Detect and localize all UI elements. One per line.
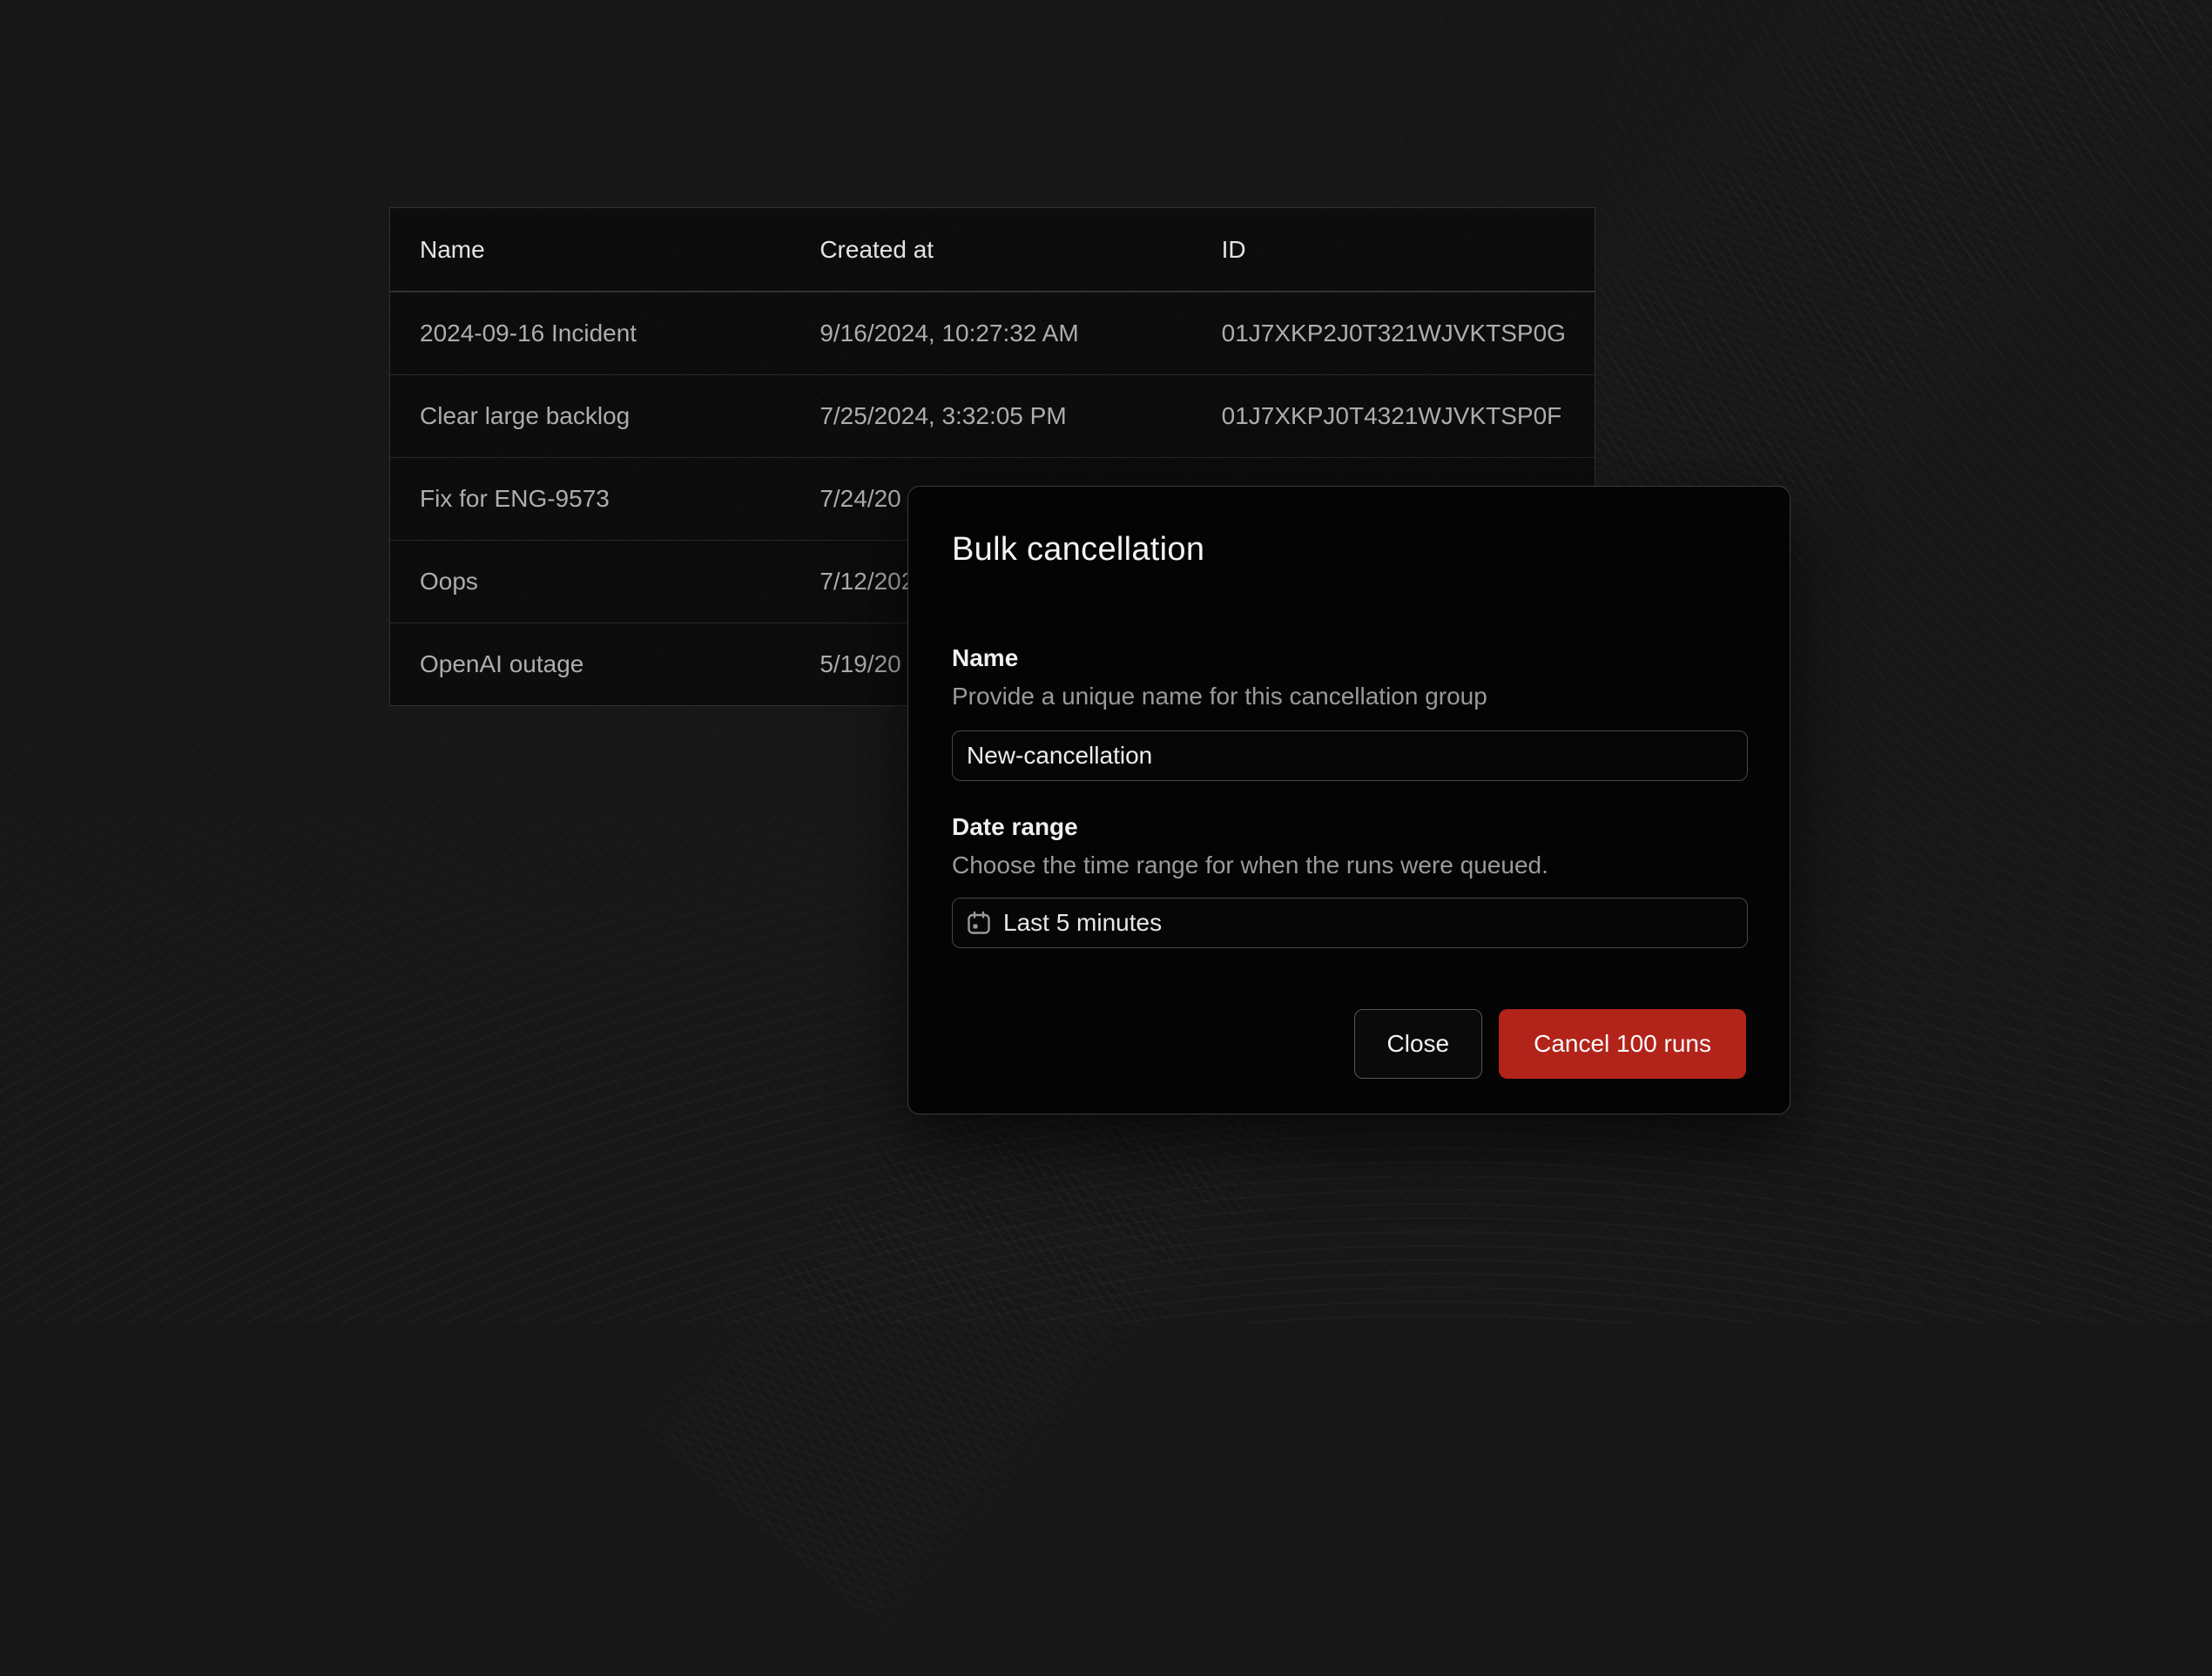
bulk-cancellation-dialog: Bulk cancellation Name Provide a unique …: [907, 486, 1791, 1114]
table-header-row: Name Created at ID: [390, 208, 1595, 292]
table-row[interactable]: Clear large backlog 7/25/2024, 3:32:05 P…: [390, 374, 1595, 457]
cell-name: OpenAI outage: [390, 650, 790, 678]
calendar-icon: [966, 910, 992, 936]
cell-id: 01J7XKP2J0T321WJVKTSP0G: [1192, 320, 1595, 347]
name-field-help: Provide a unique name for this cancellat…: [952, 682, 1746, 711]
table-row[interactable]: 2024-09-16 Incident 9/16/2024, 10:27:32 …: [390, 292, 1595, 374]
cell-name: Oops: [390, 568, 790, 596]
cancellation-name-input[interactable]: [952, 730, 1748, 781]
date-range-value: Last 5 minutes: [1003, 909, 1162, 937]
dialog-title: Bulk cancellation: [952, 527, 1746, 572]
column-header-name: Name: [390, 236, 790, 264]
column-header-created: Created at: [790, 236, 1191, 264]
column-header-id: ID: [1192, 236, 1595, 264]
cell-name: Clear large backlog: [390, 402, 790, 430]
cell-name: Fix for ENG-9573: [390, 485, 790, 513]
cell-created-at: 9/16/2024, 10:27:32 AM: [790, 320, 1191, 347]
date-range-select[interactable]: Last 5 minutes: [952, 898, 1748, 948]
cell-id: 01J7XKPJ0T4321WJVKTSP0F: [1192, 402, 1595, 430]
cell-name: 2024-09-16 Incident: [390, 320, 790, 347]
name-field-label: Name: [952, 643, 1746, 673]
dialog-footer: Close Cancel 100 runs: [952, 1009, 1746, 1079]
cancel-runs-button[interactable]: Cancel 100 runs: [1499, 1009, 1746, 1079]
close-button[interactable]: Close: [1354, 1009, 1483, 1079]
date-range-help: Choose the time range for when the runs …: [952, 851, 1746, 880]
cell-created-at: 7/25/2024, 3:32:05 PM: [790, 402, 1191, 430]
date-range-label: Date range: [952, 812, 1746, 842]
